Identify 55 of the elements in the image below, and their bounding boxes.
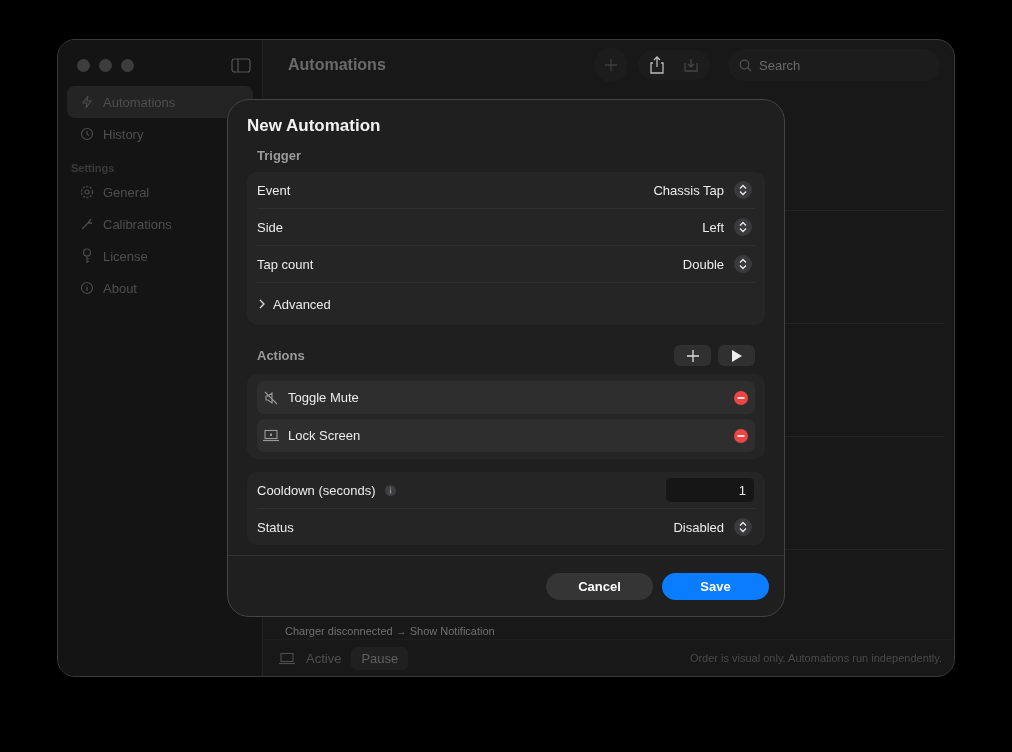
sidebar-item-label: History [103, 126, 144, 142]
window-title: Automations [288, 56, 386, 74]
laptop-icon [262, 429, 280, 442]
bolt-icon [80, 95, 93, 109]
sidebar-item-label: License [103, 248, 148, 264]
wrench-icon [79, 217, 94, 231]
laptop-icon [278, 651, 296, 665]
key-icon [81, 248, 92, 264]
tray-arrow-icon[interactable] [683, 57, 699, 73]
run-button[interactable] [718, 345, 755, 366]
action-label: Lock Screen [288, 428, 361, 443]
popup-select[interactable]: Chassis Tap [653, 181, 755, 199]
search-field[interactable]: Search [728, 49, 940, 81]
chevron-up-down-icon [734, 181, 752, 199]
action-label: Toggle Mute [288, 390, 359, 405]
sidebar-item-label: About [103, 280, 137, 296]
info-icon[interactable] [384, 484, 396, 496]
play-icon [731, 349, 742, 362]
row-label: Side [257, 219, 284, 235]
info-icon [79, 281, 94, 295]
chevron-up-down-icon [734, 518, 752, 536]
popup-select[interactable]: Left [702, 218, 755, 236]
number-field[interactable]: 1 [665, 477, 755, 503]
plus-icon [686, 349, 699, 362]
automation-summary: Charger disconnected → Show Notification [285, 625, 496, 639]
chevron-icon [258, 299, 266, 309]
remove-icon[interactable] [734, 428, 748, 443]
add-action-button[interactable] [674, 345, 711, 366]
sidebar-item-label: Calibrations [103, 216, 172, 232]
chevron-up-down-icon [734, 218, 752, 236]
disclosure-label: Advanced [273, 296, 331, 312]
sidebar-item-label: General [103, 184, 150, 200]
dialog-title: New Automation [247, 116, 382, 136]
row-label: Tap count [257, 256, 314, 272]
row-label: Event [257, 182, 291, 198]
section-heading: Actions [257, 348, 305, 363]
disclosure-row[interactable]: Advanced [257, 283, 755, 325]
save-button[interactable]: Save [662, 572, 769, 600]
action-row[interactable]: Lock Screen [257, 419, 755, 452]
muted-speaker-icon [264, 390, 278, 405]
row-label: Cooldown (seconds) [257, 482, 376, 498]
popup-select[interactable]: Disabled [673, 518, 755, 536]
chevron-up-down-icon [734, 255, 752, 273]
action-row[interactable]: Toggle Mute [257, 381, 755, 414]
history-icon [79, 127, 94, 141]
cancel-button[interactable]: Cancel [546, 572, 653, 600]
settings-icon [79, 185, 94, 199]
popup-select[interactable]: Double [682, 255, 755, 273]
share-icon[interactable] [649, 56, 665, 74]
section-heading: Trigger [257, 148, 303, 163]
search-icon [739, 59, 752, 72]
sidebar-toggle-icon[interactable] [231, 57, 251, 73]
row-label: Status [257, 519, 294, 535]
plus-icon [604, 58, 618, 72]
remove-icon[interactable] [734, 390, 748, 405]
